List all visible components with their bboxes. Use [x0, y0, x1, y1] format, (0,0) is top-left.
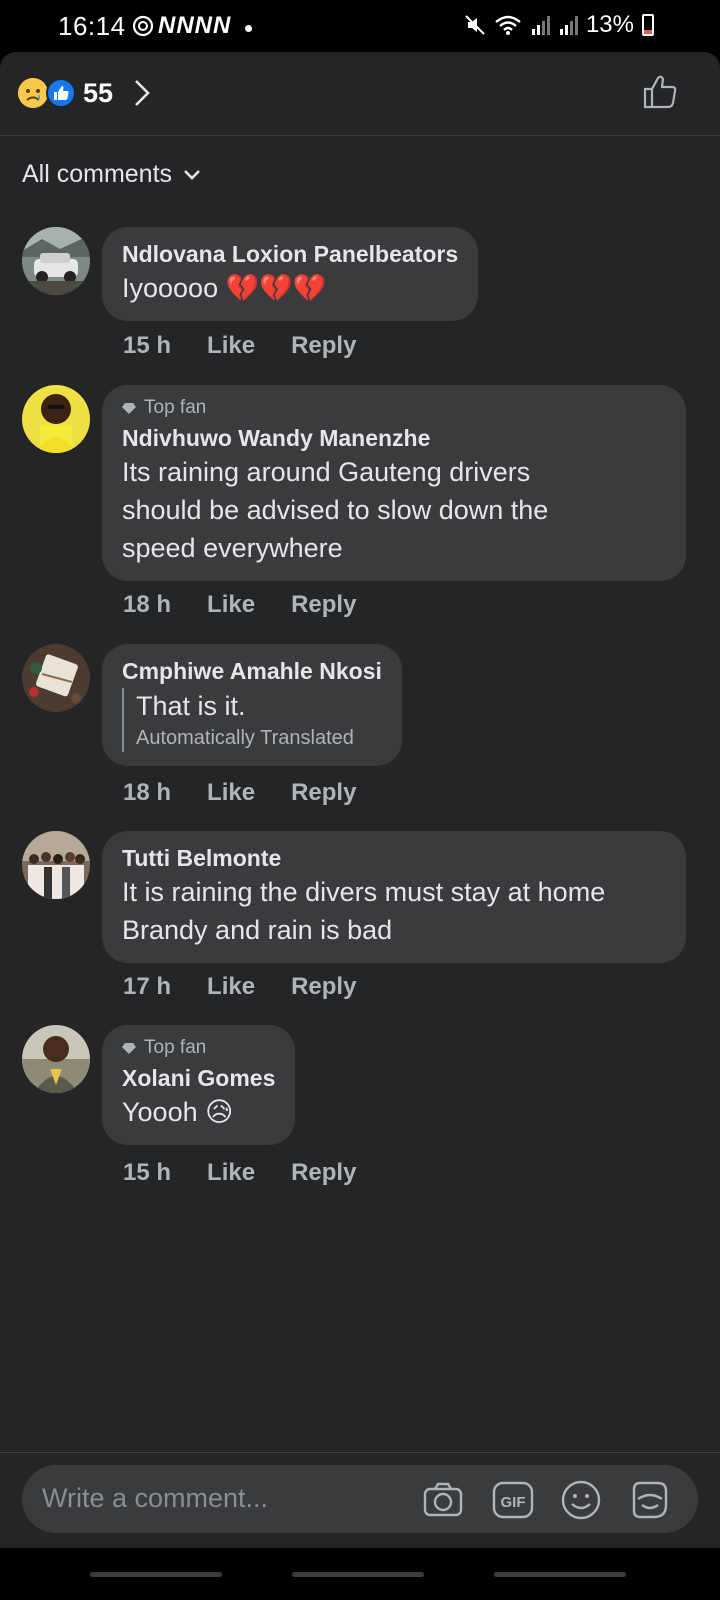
avatar[interactable] [22, 831, 90, 899]
comment-input[interactable]: Write a comment... [42, 1483, 268, 1514]
like-button[interactable]: Like [207, 332, 255, 360]
status-notification-icons: NNNN [132, 12, 253, 40]
comment-text: Iyooooo 💔💔💔 [122, 273, 327, 303]
like-button[interactable]: Like [207, 973, 255, 1001]
sad-reaction-icon [18, 78, 48, 108]
comment-time[interactable]: 15 h [123, 332, 171, 360]
status-right-icons: 13% [464, 11, 654, 39]
status-bar: 16:14 NNNN 13% [0, 0, 720, 52]
mute-icon [465, 15, 485, 35]
comment-time[interactable]: 15 h [123, 1159, 171, 1187]
reactions-header: 55 [0, 52, 720, 136]
comment-composer[interactable]: Write a comment... GIF [22, 1465, 698, 1533]
comment-actions: 18 h Like Reply [123, 779, 356, 807]
reply-button[interactable]: Reply [291, 591, 356, 619]
comment-time[interactable]: 18 h [123, 779, 171, 807]
comments-filter-dropdown[interactable]: All comments [22, 160, 202, 189]
comment-text-line: It is raining the divers must stay at ho… [122, 877, 606, 907]
comment-bubble[interactable]: Top fan Ndivhuwo Wandy Manenzhe Its rain… [102, 385, 686, 581]
comment-bubble[interactable]: Ndlovana Loxion Panelbeators Iyooooo 💔💔💔 [102, 227, 479, 321]
top-fan-badge: Top fan [122, 397, 666, 419]
comment-author[interactable]: Xolani Gomes [122, 1063, 275, 1093]
comment-actions: 15 h Like Reply [123, 332, 356, 360]
signal-icon-2 [559, 16, 578, 35]
back-button[interactable] [494, 1572, 626, 1577]
comment-time[interactable]: 17 h [123, 973, 171, 1001]
comment-bubble[interactable]: Tutti Belmonte It is raining the divers … [102, 831, 686, 963]
like-reaction-icon [46, 78, 76, 108]
comment-author[interactable]: Cmphiwe Amahle Nkosi [122, 656, 382, 686]
like-button[interactable]: Like [207, 1159, 255, 1187]
signal-icon-1 [531, 16, 550, 35]
comment-author[interactable]: Ndivhuwo Wandy Manenzhe [122, 423, 666, 453]
comment-text-line: Brandy and rain is bad [122, 915, 393, 945]
camera-icon[interactable] [422, 1479, 464, 1521]
avatar[interactable] [22, 385, 90, 453]
like-button[interactable]: Like [207, 591, 255, 619]
chevron-right-icon[interactable] [130, 76, 154, 110]
gif-icon[interactable]: GIF [492, 1479, 534, 1521]
comment-text-line: speed everywhere [122, 533, 343, 563]
comment-time[interactable]: 18 h [123, 591, 171, 619]
filter-label: All comments [22, 160, 173, 188]
top-fan-badge: Top fan [122, 1037, 275, 1059]
recent-apps-button[interactable] [90, 1572, 222, 1577]
comment-author[interactable]: Tutti Belmonte [122, 843, 666, 873]
comment-author[interactable]: Ndlovana Loxion Panelbeators [122, 239, 458, 269]
comment-text: That is it. [136, 691, 246, 721]
emoji-icon[interactable] [560, 1479, 602, 1521]
reply-button[interactable]: Reply [291, 1159, 356, 1187]
svg-text:GIF: GIF [501, 1494, 526, 1511]
whatsapp-icon [132, 15, 154, 37]
system-navigation-bar [0, 1548, 720, 1600]
battery-icon [642, 14, 654, 36]
status-time: 16:14 [58, 11, 126, 41]
comments-panel: 55 All comments Ndlovana Loxion Panelbea… [0, 52, 720, 1600]
reply-button[interactable]: Reply [291, 973, 356, 1001]
comment-bubble[interactable]: Top fan Xolani Gomes Yoooh 😥 [102, 1025, 296, 1145]
badge-label: Top fan [144, 397, 207, 418]
chevron-down-icon [184, 169, 200, 180]
comment-bubble[interactable]: Cmphiwe Amahle Nkosi That is it. Automat… [102, 644, 402, 766]
diamond-icon [122, 403, 136, 414]
comment-text-line: should be advised to slow down the [122, 495, 549, 525]
composer-bar: Write a comment... GIF [0, 1452, 720, 1548]
home-button[interactable] [292, 1572, 424, 1577]
badge-label: Top fan [144, 1037, 207, 1058]
comment-actions: 17 h Like Reply [123, 973, 356, 1001]
reaction-summary[interactable] [18, 78, 76, 108]
reply-button[interactable]: Reply [291, 332, 356, 360]
comment-actions: 18 h Like Reply [123, 591, 356, 619]
avatar[interactable] [22, 644, 90, 712]
like-button[interactable]: Like [207, 779, 255, 807]
reaction-count[interactable]: 55 [83, 78, 113, 109]
avatar[interactable] [22, 227, 90, 295]
notification-symbols: NNNN [158, 12, 232, 39]
thumbs-up-icon[interactable] [640, 72, 680, 112]
comment-actions: 15 h Like Reply [123, 1159, 356, 1187]
avatar[interactable] [22, 1025, 90, 1093]
reply-button[interactable]: Reply [291, 779, 356, 807]
more-notifications-dot [245, 24, 253, 32]
diamond-icon [122, 1043, 136, 1054]
battery-percentage: 13% [585, 11, 634, 38]
comment-text-line: Its raining around Gauteng drivers [122, 457, 531, 487]
translated-label[interactable]: Automatically Translated [136, 724, 382, 752]
translated-block: That is it. Automatically Translated [122, 688, 382, 752]
wifi-icon [495, 15, 521, 35]
sticker-icon[interactable] [628, 1479, 670, 1521]
comment-text: Yoooh 😥 [122, 1097, 234, 1127]
